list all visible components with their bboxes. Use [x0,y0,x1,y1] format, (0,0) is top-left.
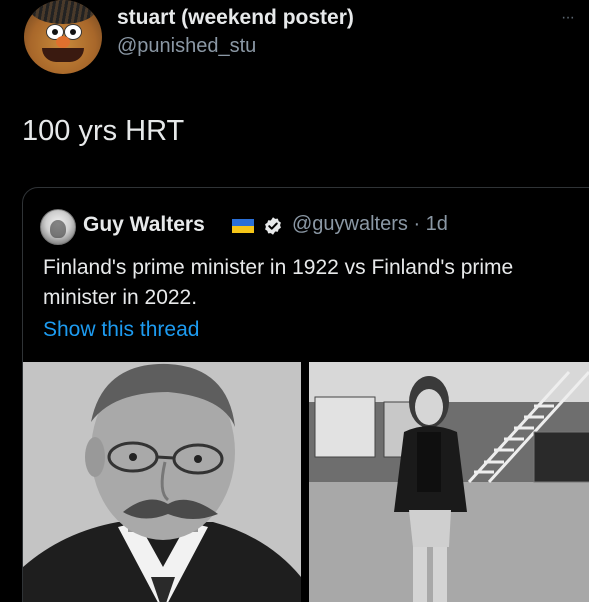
quoted-tweet-text: Finland's prime minister in 1922 vs Finl… [43,256,514,309]
quoted-author-avatar[interactable] [40,209,76,245]
verified-badge-icon [265,217,281,235]
tweet-text: 100 yrs HRT [22,115,185,147]
more-options-icon[interactable]: ··· [561,9,575,27]
photo-2022-outdoor[interactable] [309,362,589,602]
author-handle[interactable]: @punished_stu [117,35,256,58]
quoted-handle-timestamp[interactable]: @guywalters · 1d [292,213,448,236]
tweet-view: stuart (weekend poster) @punished_stu ··… [0,0,589,602]
photo-1922-portrait[interactable] [23,362,301,602]
author-avatar[interactable] [24,0,102,74]
quoted-author-name[interactable]: Guy Walters [83,213,205,237]
author-display-name[interactable]: stuart (weekend poster) [117,6,354,30]
quoted-tweet-card[interactable]: Guy Walters @guywalters · 1d Finland's p… [22,187,589,602]
show-thread-link[interactable]: Show this thread [43,318,199,342]
ukraine-flag-icon [232,219,254,233]
